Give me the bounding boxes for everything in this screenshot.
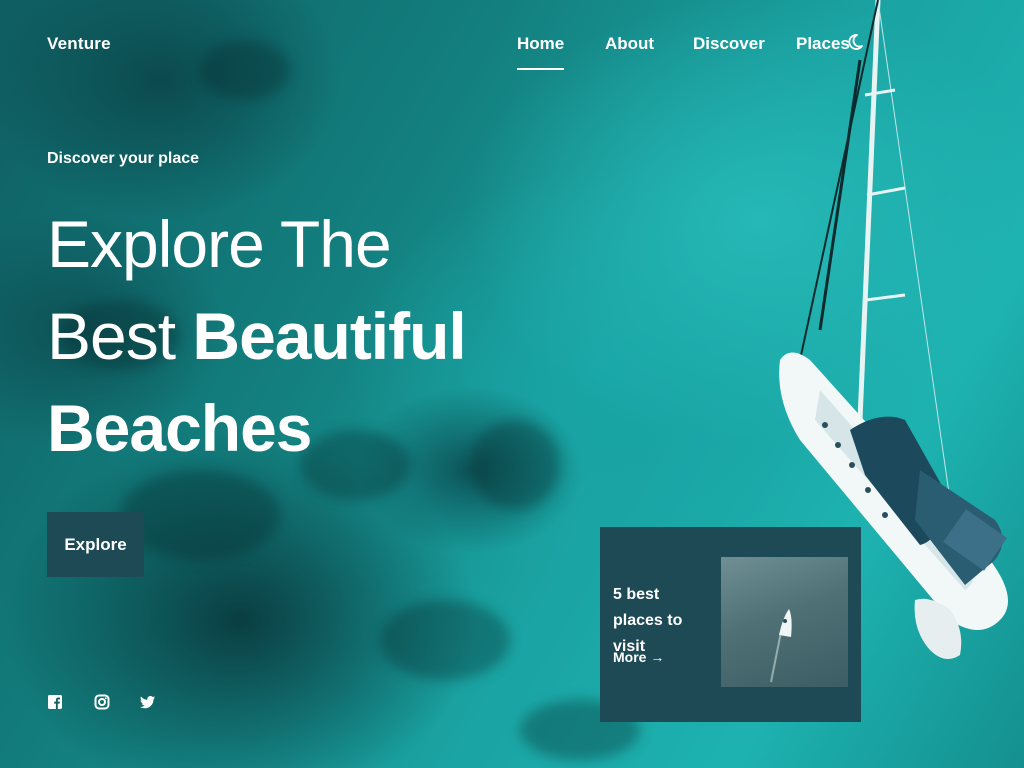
- explore-button[interactable]: Explore: [47, 512, 144, 577]
- twitter-icon[interactable]: [140, 694, 156, 710]
- nav-places[interactable]: Places: [796, 34, 850, 54]
- boat-thumbnail: [770, 609, 792, 683]
- facebook-icon[interactable]: [47, 694, 63, 710]
- places-card[interactable]: 5 best places to visit More →: [600, 527, 861, 722]
- hero-title: Explore The Best Beautiful Beaches: [47, 198, 467, 474]
- card-image: [721, 557, 848, 687]
- hero-title-line2-bold: Beautiful: [192, 299, 466, 373]
- hero-subtitle: Discover your place: [47, 150, 200, 167]
- nav-home[interactable]: Home: [517, 34, 565, 70]
- hero-title-line3-bold: Beaches: [47, 391, 313, 465]
- nav-discover[interactable]: Discover: [693, 34, 765, 54]
- hero-title-line1: Explore The: [47, 207, 392, 281]
- card-more-link[interactable]: More →: [613, 649, 664, 665]
- hero-title-line2-regular: Best: [47, 299, 176, 373]
- instagram-icon[interactable]: [94, 694, 110, 710]
- logo[interactable]: Venture: [47, 34, 111, 54]
- moon-icon[interactable]: [846, 33, 864, 51]
- card-more-label: More: [613, 649, 647, 665]
- arrow-right-icon: →: [650, 649, 665, 665]
- nav-about[interactable]: About: [605, 34, 654, 54]
- site-header: Venture Home About Discover Places: [0, 0, 1024, 90]
